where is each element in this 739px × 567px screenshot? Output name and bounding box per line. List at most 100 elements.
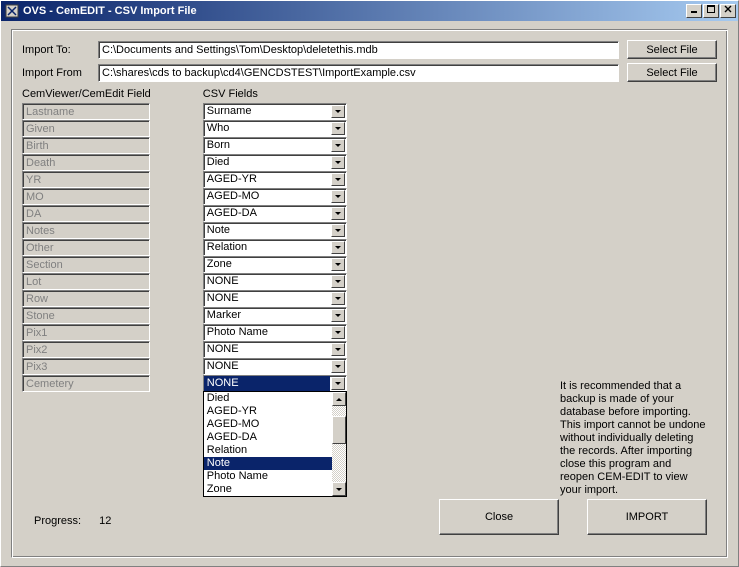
combo-text: NONE xyxy=(204,274,330,289)
dropdown-option[interactable]: Died xyxy=(204,392,346,405)
csv-field-combo[interactable]: Who xyxy=(203,120,347,137)
maximize-button[interactable] xyxy=(703,4,719,18)
import-to-row: Import To: Select File xyxy=(22,40,717,59)
dropdown-option[interactable]: Relation xyxy=(204,444,346,457)
csv-field-combo[interactable]: Born xyxy=(203,137,347,154)
chevron-down-icon[interactable] xyxy=(331,190,345,203)
progress-label: Progress: xyxy=(34,515,81,527)
csv-field-combo[interactable]: NONE xyxy=(203,341,347,358)
combo-text: Died xyxy=(204,155,330,170)
csv-field-combo[interactable]: AGED-YR xyxy=(203,171,347,188)
import-from-row: Import From Select File xyxy=(22,63,717,82)
combo-text: AGED-DA xyxy=(204,206,330,221)
chevron-down-icon[interactable] xyxy=(331,275,345,288)
dropdown-option[interactable]: AGED-MO xyxy=(204,418,346,431)
content-area: Import To: Select File Import From Selec… xyxy=(1,21,738,566)
combo-text: Who xyxy=(204,121,330,136)
csv-fields-column: CSV Fields SurnameWhoBornDiedAGED-YRAGED… xyxy=(203,88,347,497)
dropdown-option[interactable]: AGED-YR xyxy=(204,405,346,418)
import-from-label: Import From xyxy=(22,67,98,79)
csv-field-combo[interactable]: Relation xyxy=(203,239,347,256)
recommendation-text: It is recommended that a backup is made … xyxy=(560,380,707,497)
chevron-down-icon[interactable] xyxy=(331,173,345,186)
select-file-from-button[interactable]: Select File xyxy=(627,63,717,82)
combo-text: Born xyxy=(204,138,330,153)
combo-text: NONE xyxy=(204,342,330,357)
chevron-down-icon[interactable] xyxy=(331,207,345,220)
chevron-down-icon[interactable] xyxy=(331,292,345,305)
chevron-down-icon[interactable] xyxy=(331,105,345,118)
progress-row: Progress: 12 xyxy=(34,515,111,527)
cem-field: Cemetery xyxy=(22,375,150,392)
combo-text: NONE xyxy=(204,291,330,306)
dropdown-option[interactable]: Photo Name xyxy=(204,470,346,483)
csv-field-combo[interactable]: AGED-MO xyxy=(203,188,347,205)
app-icon xyxy=(5,4,19,18)
scroll-down-button[interactable] xyxy=(332,482,346,496)
csv-fields-header: CSV Fields xyxy=(203,88,347,100)
chevron-down-icon[interactable] xyxy=(331,343,345,356)
import-to-field[interactable] xyxy=(98,41,619,59)
cem-field: Stone xyxy=(22,307,150,324)
csv-field-combo[interactable]: AGED-DA xyxy=(203,205,347,222)
cem-field: Pix2 xyxy=(22,341,150,358)
csv-field-combo[interactable]: Note xyxy=(203,222,347,239)
cem-field: Lot xyxy=(22,273,150,290)
combo-text: Zone xyxy=(204,257,330,272)
main-window: OVS - CemEDIT - CSV Import File Import T… xyxy=(0,0,739,567)
csv-field-combo[interactable]: Died xyxy=(203,154,347,171)
combo-text: Note xyxy=(204,223,330,238)
cem-field: YR xyxy=(22,171,150,188)
combo-text: Relation xyxy=(204,240,330,255)
chevron-down-icon[interactable] xyxy=(331,377,345,390)
csv-field-combo[interactable]: Photo Name xyxy=(203,324,347,341)
close-button[interactable] xyxy=(720,4,736,18)
csv-field-combo[interactable]: NONE xyxy=(203,358,347,375)
csv-field-combo[interactable]: NONE xyxy=(203,375,347,392)
scroll-thumb[interactable] xyxy=(332,416,346,444)
cem-fields-column: CemViewer/CemEdit Field LastnameGivenBir… xyxy=(22,88,151,497)
cem-fields-header: CemViewer/CemEdit Field xyxy=(22,88,151,100)
cem-field: MO xyxy=(22,188,150,205)
chevron-down-icon[interactable] xyxy=(331,309,345,322)
combo-text: AGED-MO xyxy=(204,189,330,204)
cem-field: Pix3 xyxy=(22,358,150,375)
csv-field-combo[interactable]: Surname xyxy=(203,103,347,120)
minimize-button[interactable] xyxy=(686,4,702,18)
chevron-down-icon[interactable] xyxy=(331,326,345,339)
csv-field-combo[interactable]: Zone xyxy=(203,256,347,273)
csv-field-combo[interactable]: NONE xyxy=(203,290,347,307)
window-title: OVS - CemEDIT - CSV Import File xyxy=(23,5,686,17)
dropdown-option[interactable]: Zone xyxy=(204,483,346,496)
dropdown-option[interactable]: AGED-DA xyxy=(204,431,346,444)
chevron-down-icon[interactable] xyxy=(331,139,345,152)
scroll-track[interactable] xyxy=(332,406,346,482)
window-controls xyxy=(686,4,736,18)
chevron-down-icon[interactable] xyxy=(331,360,345,373)
cem-field: Given xyxy=(22,120,150,137)
combo-text: Surname xyxy=(204,104,330,119)
scroll-up-button[interactable] xyxy=(332,392,346,406)
chevron-down-icon[interactable] xyxy=(331,224,345,237)
chevron-down-icon[interactable] xyxy=(331,156,345,169)
cem-field: Birth xyxy=(22,137,150,154)
close-dialog-button[interactable]: Close xyxy=(439,499,559,535)
csv-dropdown-list[interactable]: DiedAGED-YRAGED-MOAGED-DARelationNotePho… xyxy=(203,391,347,497)
combo-text: AGED-YR xyxy=(204,172,330,187)
chevron-down-icon[interactable] xyxy=(331,258,345,271)
cem-field: Row xyxy=(22,290,150,307)
select-file-to-button[interactable]: Select File xyxy=(627,40,717,59)
main-panel: Import To: Select File Import From Selec… xyxy=(11,29,728,558)
import-button[interactable]: IMPORT xyxy=(587,499,707,535)
csv-field-combo[interactable]: Marker xyxy=(203,307,347,324)
dropdown-scrollbar[interactable] xyxy=(332,392,346,496)
dropdown-option[interactable]: Note xyxy=(204,457,346,470)
progress-value: 12 xyxy=(99,515,111,527)
combo-text: Photo Name xyxy=(204,325,330,340)
import-from-field[interactable] xyxy=(98,64,619,82)
csv-field-combo[interactable]: NONE xyxy=(203,273,347,290)
cem-field: Lastname xyxy=(22,103,150,120)
chevron-down-icon[interactable] xyxy=(331,122,345,135)
chevron-down-icon[interactable] xyxy=(331,241,345,254)
cem-field: Notes xyxy=(22,222,150,239)
